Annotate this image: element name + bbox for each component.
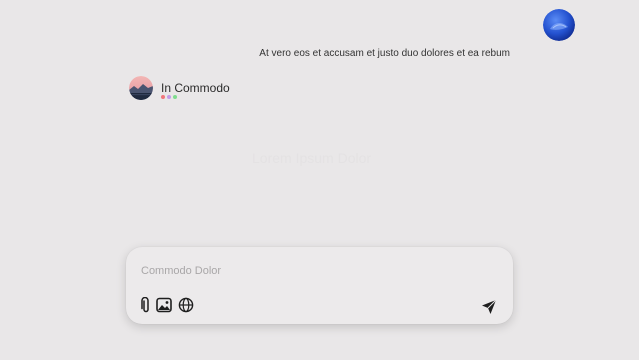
assistant-avatar bbox=[129, 76, 153, 100]
image-button[interactable] bbox=[156, 297, 172, 313]
paperclip-icon bbox=[141, 297, 149, 313]
user-avatar-image bbox=[543, 9, 575, 41]
faded-message-text: Lorem Ipsum Dolor bbox=[252, 150, 372, 166]
globe-icon bbox=[178, 297, 194, 313]
attach-button[interactable] bbox=[138, 297, 154, 313]
typing-dot bbox=[167, 95, 171, 99]
user-message: At vero eos et accusam et justo duo dolo… bbox=[259, 48, 510, 59]
image-icon bbox=[156, 297, 172, 313]
typing-dot bbox=[161, 95, 165, 99]
user-avatar[interactable] bbox=[543, 9, 575, 41]
send-button[interactable] bbox=[481, 299, 497, 315]
assistant-name: In Commodo bbox=[161, 81, 230, 95]
message-input[interactable] bbox=[141, 262, 481, 280]
assistant-avatar-image bbox=[129, 76, 153, 100]
message-composer bbox=[126, 247, 513, 324]
web-search-button[interactable] bbox=[178, 297, 194, 313]
send-icon bbox=[482, 299, 497, 314]
typing-dot bbox=[173, 95, 177, 99]
typing-indicator bbox=[161, 95, 181, 101]
